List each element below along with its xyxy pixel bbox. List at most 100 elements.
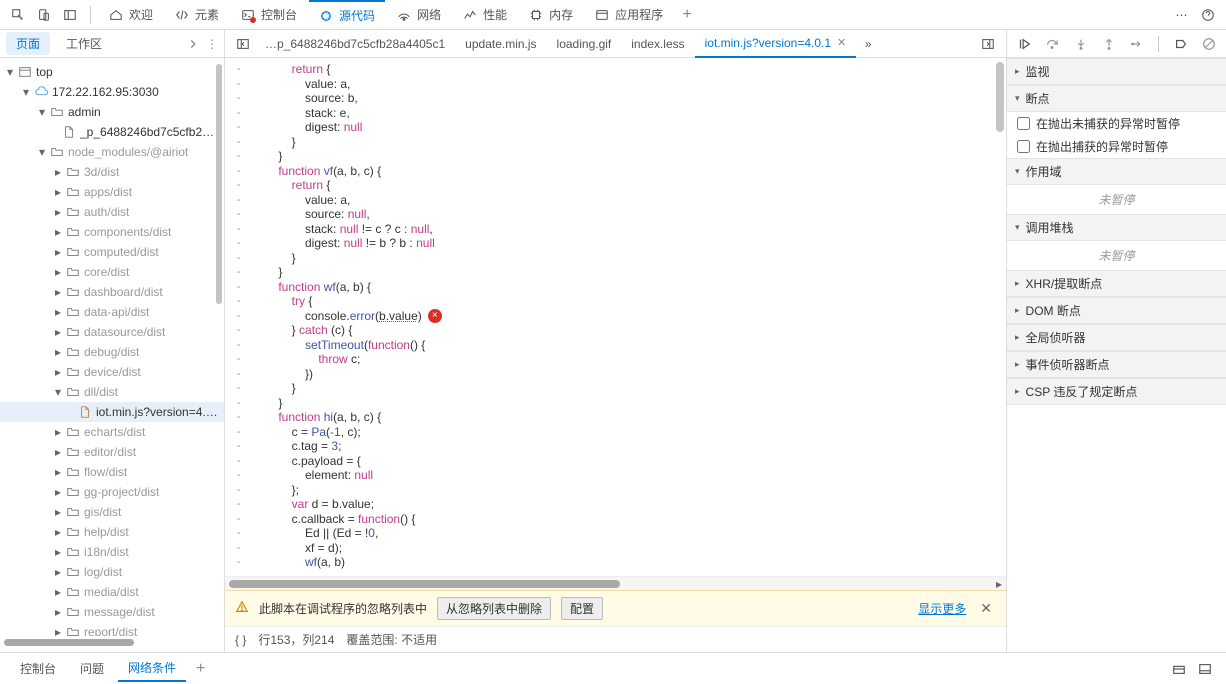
tree-folder[interactable]: ▸gis/dist <box>0 502 224 522</box>
drawer-dock-icon[interactable] <box>1194 658 1216 680</box>
section-xhr[interactable]: ▸XHR/提取断点 <box>1007 270 1226 297</box>
section-global[interactable]: ▸全局侦听器 <box>1007 324 1226 351</box>
add-tab-icon[interactable]: + <box>675 3 699 27</box>
tab-welcome[interactable]: 欢迎 <box>99 0 163 30</box>
file-tab-4[interactable]: iot.min.js?version=4.0.1 ✕ <box>695 30 857 58</box>
tree-folder[interactable]: ▸device/dist <box>0 362 224 382</box>
tree-folder[interactable]: ▸i18n/dist <box>0 542 224 562</box>
section-dom[interactable]: ▸DOM 断点 <box>1007 297 1226 324</box>
tree-folder[interactable]: ▸datasource/dist <box>0 322 224 342</box>
configure-button[interactable]: 配置 <box>561 597 603 620</box>
section-breakpoints[interactable]: ▾断点 <box>1007 85 1226 112</box>
tabs-overflow-icon[interactable]: » <box>856 32 880 56</box>
navigator-tab-page[interactable]: 页面 <box>6 32 50 55</box>
tree-folder[interactable]: ▸auth/dist <box>0 202 224 222</box>
drawer-tab-netcond[interactable]: 网络条件 <box>118 655 186 682</box>
step-into-icon[interactable] <box>1070 32 1092 56</box>
tree-root[interactable]: ▾ top <box>0 62 224 82</box>
tree-folder[interactable]: ▸message/dist <box>0 602 224 622</box>
tree-admin[interactable]: ▾ admin <box>0 102 224 122</box>
file-tab-1[interactable]: update.min.js <box>455 30 546 58</box>
device-toggle-icon[interactable] <box>32 3 56 27</box>
memory-icon <box>529 8 543 22</box>
step-icon[interactable] <box>1126 32 1148 56</box>
tab-network[interactable]: 网络 <box>387 0 451 30</box>
tree-folder[interactable]: ▸3d/dist <box>0 162 224 182</box>
step-out-icon[interactable] <box>1098 32 1120 56</box>
remove-from-ignore-button[interactable]: 从忽略列表中删除 <box>437 597 551 620</box>
more-menu-icon[interactable]: ⋯ <box>1170 3 1194 27</box>
drawer-add-icon[interactable]: + <box>190 660 211 678</box>
tree-folder[interactable]: ▸gg-project/dist <box>0 482 224 502</box>
tab-sources[interactable]: 源代码 <box>309 0 385 30</box>
tree-folder[interactable]: ▸computed/dist <box>0 242 224 262</box>
dock-side-icon[interactable] <box>58 3 82 27</box>
section-csp[interactable]: ▸CSP 违反了规定断点 <box>1007 378 1226 405</box>
vertical-scrollbar[interactable] <box>992 58 1006 576</box>
tree-longfile[interactable]: _p_6488246bd7c5cfb28a… <box>0 122 224 142</box>
tree-folder[interactable]: ▸components/dist <box>0 222 224 242</box>
tree-folder[interactable]: ▸report/dist <box>0 622 224 636</box>
tree-folder[interactable]: ▸media/dist <box>0 582 224 602</box>
kebab-icon: ⋮ <box>206 37 218 51</box>
section-callstack[interactable]: ▾调用堆栈 <box>1007 214 1226 241</box>
tree-origin[interactable]: ▾ 172.22.162.95:3030 <box>0 82 224 102</box>
tree-folder[interactable]: ▸help/dist <box>0 522 224 542</box>
tab-memory[interactable]: 内存 <box>519 0 583 30</box>
tree-folder[interactable]: ▸dashboard/dist <box>0 282 224 302</box>
tree-folder[interactable]: ▸log/dist <box>0 562 224 582</box>
show-more-link[interactable]: 显示更多 <box>918 600 966 617</box>
tab-label: 欢迎 <box>129 6 153 23</box>
pause-on-exceptions-icon[interactable] <box>1198 32 1220 56</box>
help-icon[interactable] <box>1196 3 1220 27</box>
section-scope[interactable]: ▾作用域 <box>1007 158 1226 185</box>
inspect-element-icon[interactable] <box>6 3 30 27</box>
file-tab-2[interactable]: loading.gif <box>547 30 622 58</box>
tree-file-selected[interactable]: iot.min.js?version=4.0… <box>0 402 224 422</box>
tree-folder[interactable]: ▸echarts/dist <box>0 422 224 442</box>
tab-elements[interactable]: 元素 <box>165 0 229 30</box>
tree-horizontal-scrollbar[interactable] <box>4 638 220 648</box>
deactivate-breakpoints-icon[interactable] <box>1169 32 1191 56</box>
navigator-more[interactable]: ⋮ <box>186 37 218 51</box>
toggle-debugger-icon[interactable] <box>976 32 1000 56</box>
tree-folder[interactable]: ▸debug/dist <box>0 342 224 362</box>
scroll-right-icon[interactable]: ▸ <box>992 577 1006 591</box>
drawer-expand-icon[interactable] <box>1168 658 1190 680</box>
tab-console[interactable]: 控制台 <box>231 0 307 30</box>
tree-folder[interactable]: ▸editor/dist <box>0 442 224 462</box>
close-warning-icon[interactable]: ✕ <box>976 600 996 617</box>
drawer-tab-console[interactable]: 控制台 <box>10 656 66 681</box>
tree-folder[interactable]: ▸data-api/dist <box>0 302 224 322</box>
navigator-tab-workspace[interactable]: 工作区 <box>56 32 112 55</box>
tab-performance[interactable]: 性能 <box>453 0 517 30</box>
folder-icon <box>66 565 80 579</box>
pretty-print-icon[interactable]: { } <box>235 633 246 647</box>
error-marker-icon[interactable]: × <box>428 309 442 323</box>
pause-uncaught-checkbox[interactable] <box>1017 117 1030 130</box>
file-tab-0[interactable]: …p_6488246bd7c5cfb28a4405c1 <box>255 30 455 58</box>
tree-nodemod[interactable]: ▾ node_modules/@airiot <box>0 142 224 162</box>
tree-folder[interactable]: ▸core/dist <box>0 262 224 282</box>
code-content[interactable]: return { value: a, source: b, stack: e, … <box>253 58 992 576</box>
tree-vertical-scrollbar[interactable] <box>216 58 222 636</box>
step-over-icon[interactable] <box>1041 32 1063 56</box>
pause-caught-row[interactable]: 在抛出捕获的异常时暂停 <box>1007 135 1226 158</box>
resume-icon[interactable] <box>1013 32 1035 56</box>
tab-label: 控制台 <box>261 6 297 23</box>
home-icon <box>109 8 123 22</box>
drawer-tab-issues[interactable]: 问题 <box>70 656 114 681</box>
section-event[interactable]: ▸事件侦听器断点 <box>1007 351 1226 378</box>
horizontal-scrollbar[interactable]: ▸ <box>225 576 1006 590</box>
code-editor[interactable]: ----------------------------------- retu… <box>225 58 1006 576</box>
tab-application[interactable]: 应用程序 <box>585 0 673 30</box>
pause-uncaught-row[interactable]: 在抛出未捕获的异常时暂停 <box>1007 112 1226 135</box>
tree-folder[interactable]: ▸apps/dist <box>0 182 224 202</box>
section-watch[interactable]: ▸监视 <box>1007 58 1226 85</box>
close-icon[interactable]: ✕ <box>837 36 846 49</box>
file-tab-3[interactable]: index.less <box>621 30 694 58</box>
tree-folder[interactable]: ▾dll/dist <box>0 382 224 402</box>
tree-folder[interactable]: ▸flow/dist <box>0 462 224 482</box>
pause-caught-checkbox[interactable] <box>1017 140 1030 153</box>
toggle-navigator-icon[interactable] <box>231 32 255 56</box>
